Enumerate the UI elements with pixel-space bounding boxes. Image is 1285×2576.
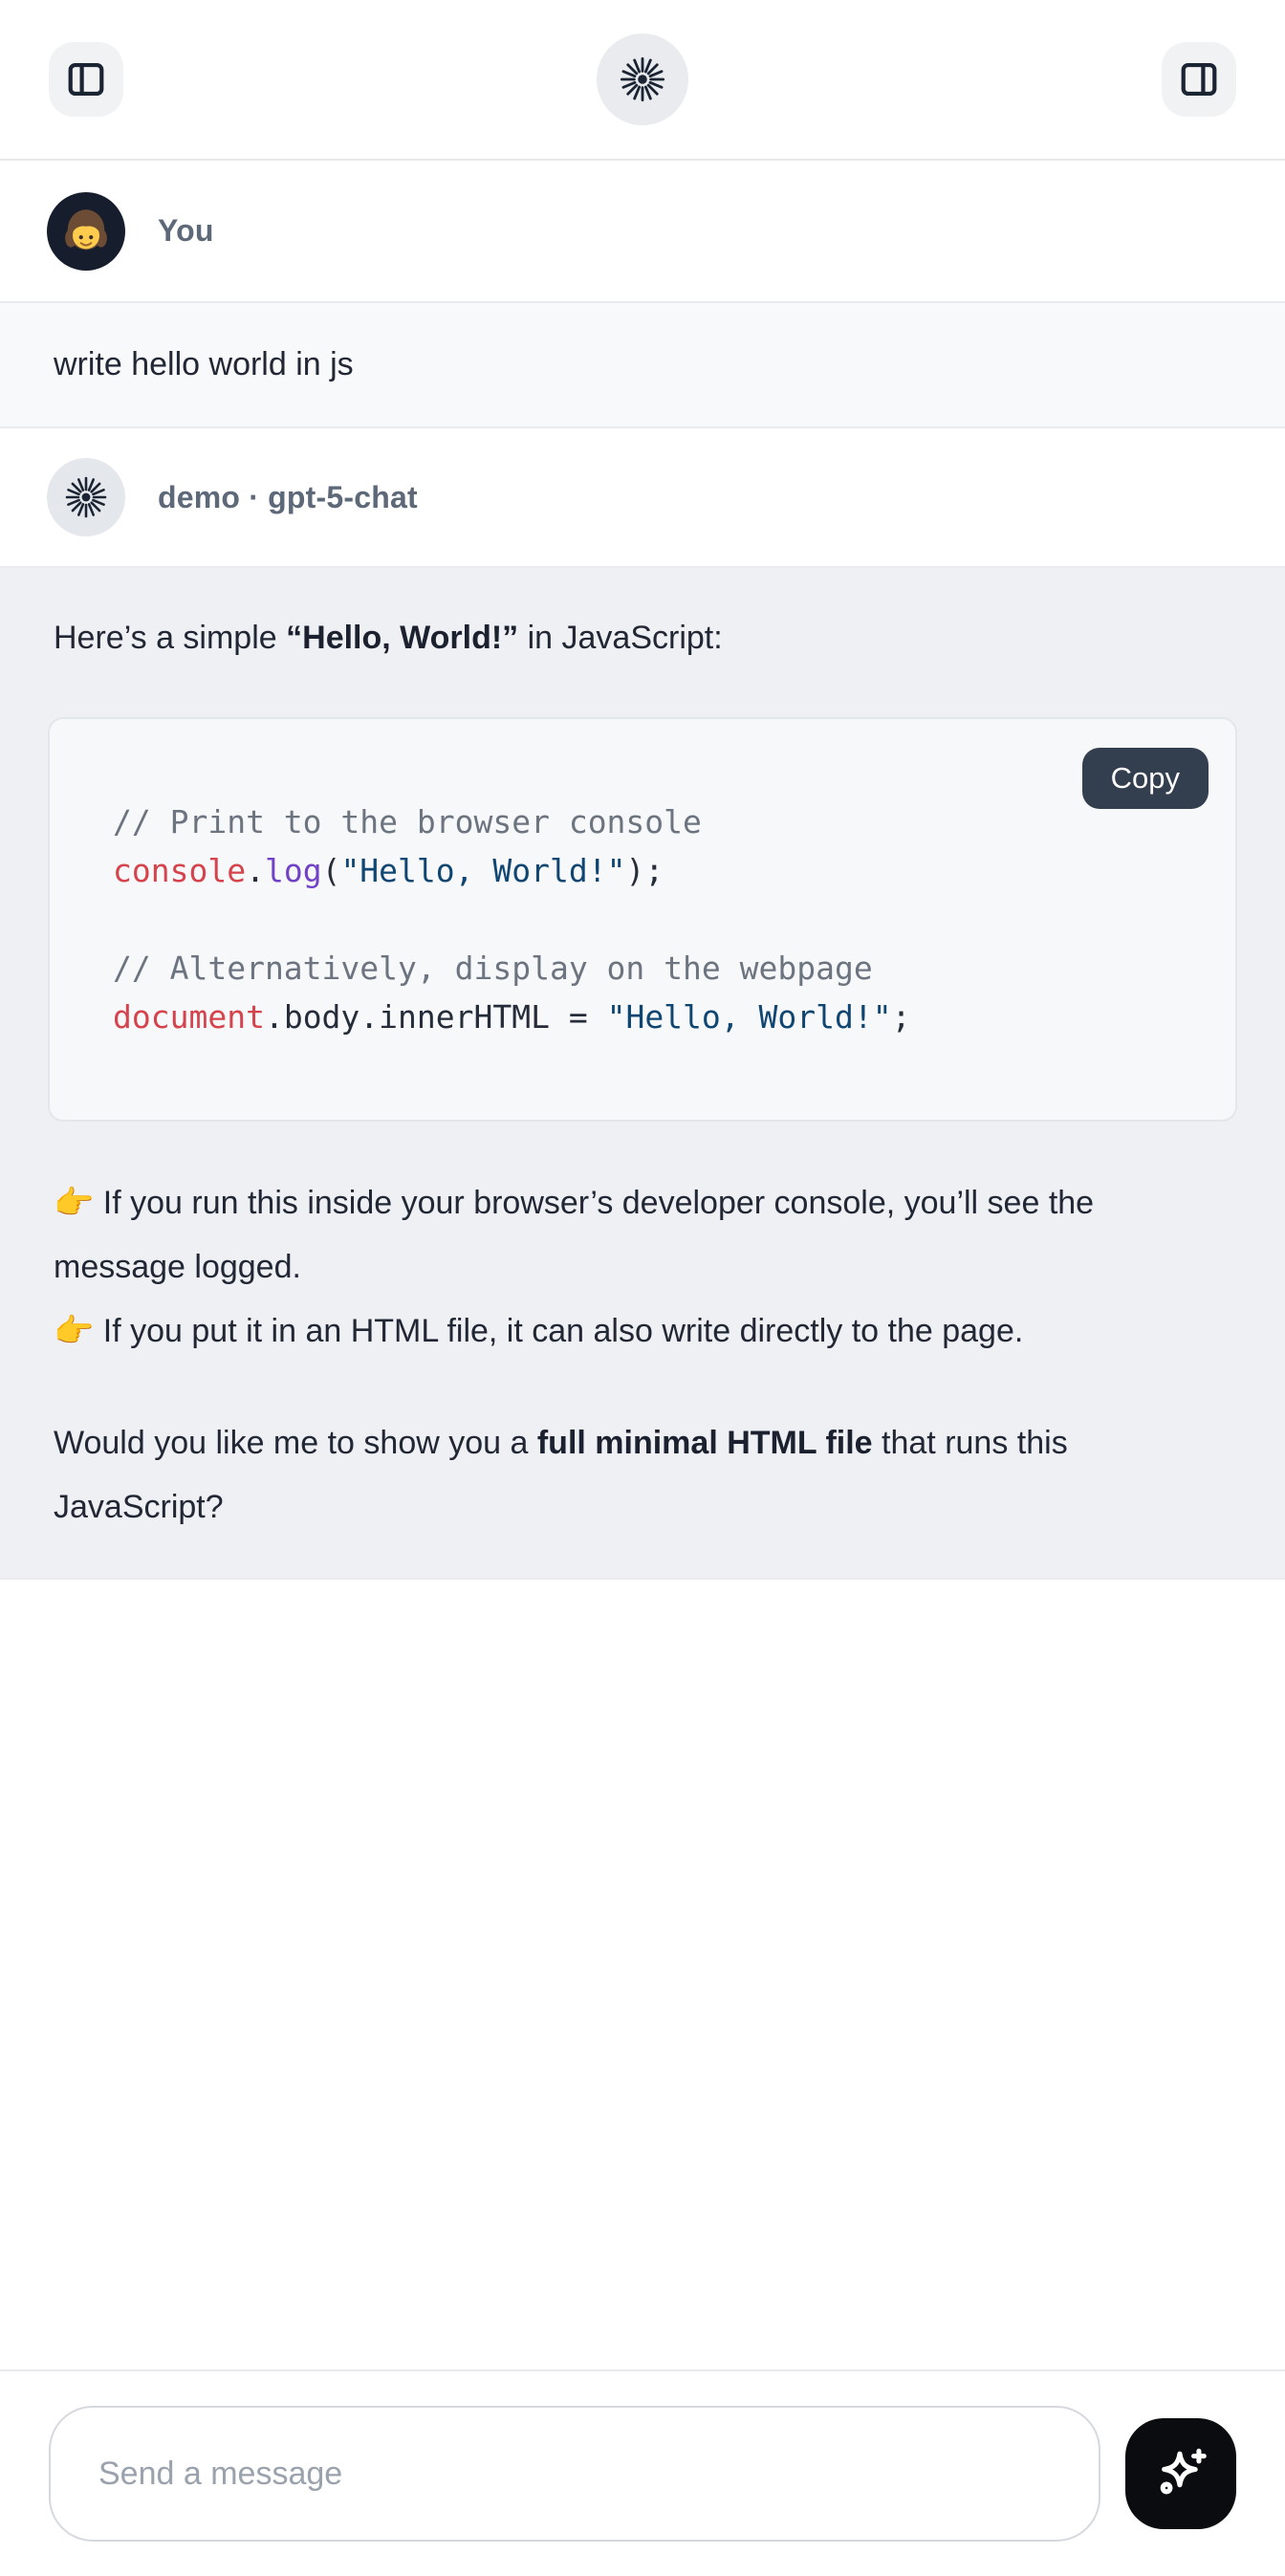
code-content: // Print to the browser consoleconsole.l…	[113, 797, 1197, 1041]
panel-right-icon	[1177, 57, 1221, 101]
model-button[interactable]	[597, 33, 688, 125]
chat-app: You write hello world in js	[0, 0, 1285, 1580]
assistant-question-text: Would you like me to show you a full min…	[54, 1411, 1231, 1539]
message-input[interactable]	[49, 2406, 1100, 2542]
starburst-icon	[63, 474, 109, 520]
composer	[0, 2369, 1285, 2576]
assistant-name: demo · gpt-5-chat	[158, 480, 418, 515]
user-message-text: write hello world in js	[54, 346, 354, 383]
person-emoji-icon	[59, 205, 113, 258]
header	[0, 0, 1285, 161]
panel-left-icon	[64, 57, 108, 101]
assistant-message: demo · gpt-5-chat Here’s a simple “Hello…	[0, 428, 1285, 1580]
note-line: 👉 If you run this inside your browser’s …	[54, 1171, 1231, 1299]
user-message: You write hello world in js	[0, 161, 1285, 428]
assistant-message-body: Here’s a simple “Hello, World!” in JavaS…	[0, 566, 1285, 1580]
assistant-message-header: demo · gpt-5-chat	[0, 428, 1285, 566]
assistant-intro-text: Here’s a simple “Hello, World!” in JavaS…	[54, 606, 1231, 669]
user-message-body: write hello world in js	[0, 301, 1285, 428]
copy-button[interactable]: Copy	[1082, 748, 1209, 809]
note-line: 👉 If you put it in an HTML file, it can …	[54, 1299, 1231, 1364]
user-message-header: You	[0, 161, 1285, 301]
code-block: Copy // Print to the browser consolecons…	[48, 717, 1237, 1122]
sparkle-icon	[1150, 2443, 1211, 2504]
send-button[interactable]	[1125, 2418, 1236, 2529]
user-avatar	[47, 192, 125, 271]
sidebar-toggle-button[interactable]	[49, 42, 123, 117]
user-name: You	[158, 213, 214, 249]
starburst-icon	[618, 55, 667, 104]
assistant-notes: 👉 If you run this inside your browser’s …	[54, 1171, 1231, 1364]
panel-toggle-button[interactable]	[1162, 42, 1236, 117]
assistant-avatar	[47, 458, 125, 536]
